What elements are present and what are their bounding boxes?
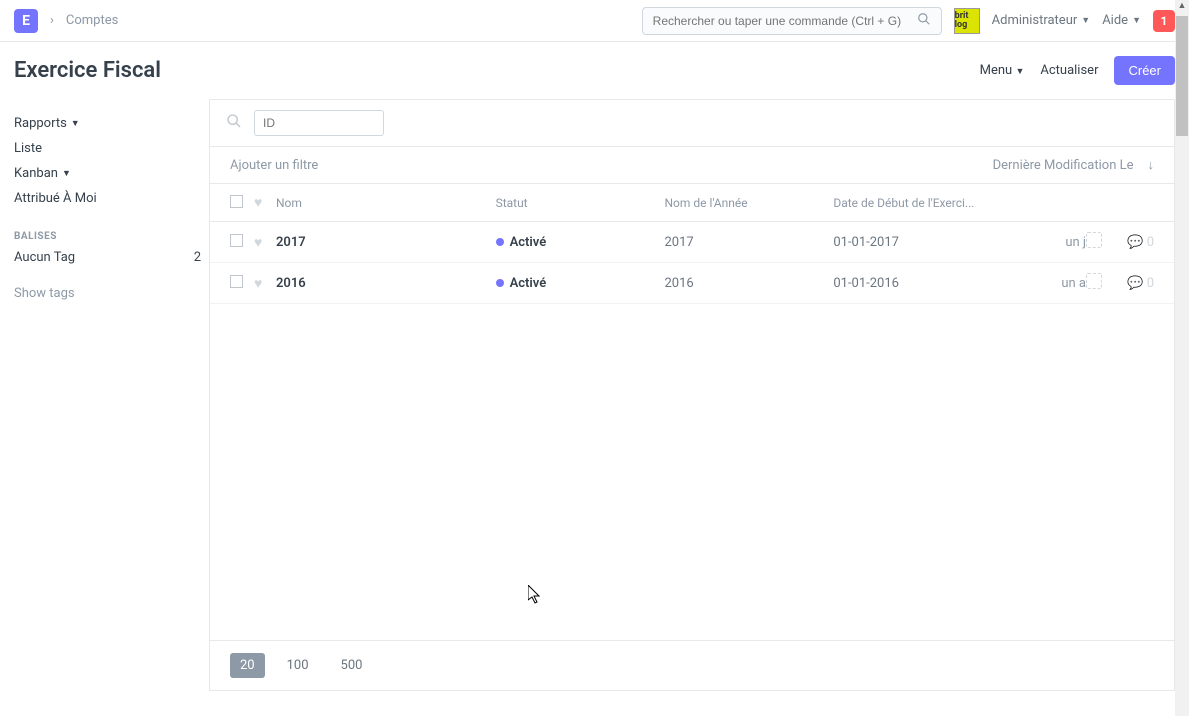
- row-status: Activé: [510, 235, 547, 250]
- caret-down-icon: ▼: [1015, 67, 1024, 77]
- sidebar: Rapports ▼ Liste Kanban ▼ Attribué À Moi…: [14, 99, 209, 691]
- create-button[interactable]: Créer: [1114, 56, 1175, 85]
- caret-down-icon: ▼: [71, 118, 80, 129]
- scrollbar-track[interactable]: ▲: [1175, 0, 1189, 716]
- sidebar-assigned-to-me[interactable]: Attribué À Moi: [14, 186, 201, 211]
- heart-icon[interactable]: ♥: [254, 276, 262, 292]
- row-name-link[interactable]: 2017: [276, 235, 306, 250]
- page-size-500[interactable]: 500: [331, 653, 373, 678]
- caret-down-icon: ▼: [1081, 15, 1090, 26]
- row-time: un a: [1036, 276, 1086, 291]
- status-dot-icon: [496, 238, 504, 246]
- caret-down-icon: ▼: [1132, 15, 1141, 26]
- user-menu[interactable]: Administrateur ▼: [992, 13, 1091, 28]
- row-status: Activé: [510, 276, 547, 291]
- heart-icon[interactable]: ♥: [254, 235, 262, 251]
- tag-count: 2: [194, 250, 201, 265]
- scrollbar-up-arrow[interactable]: ▲: [1175, 0, 1189, 16]
- user-label: Administrateur: [992, 13, 1078, 28]
- table-row[interactable]: ♥ 2016 Activé 2016 01-01-2016 un a 💬 0: [210, 263, 1174, 304]
- menu-label: Menu: [980, 63, 1013, 78]
- notification-badge[interactable]: 1: [1153, 10, 1175, 32]
- scrollbar-thumb[interactable]: [1176, 16, 1188, 136]
- row-date: 01-01-2016: [833, 276, 1036, 291]
- refresh-button[interactable]: Actualiser: [1040, 63, 1098, 78]
- row-year: 2016: [664, 276, 833, 291]
- sidebar-kanban[interactable]: Kanban ▼: [14, 161, 201, 186]
- column-header-year[interactable]: Nom de l'Année: [664, 196, 833, 210]
- add-filter-link[interactable]: Ajouter un filtre: [230, 158, 318, 173]
- page-header: Exercice Fiscal Menu ▼ Actualiser Créer: [0, 42, 1189, 99]
- menu-button[interactable]: Menu ▼: [980, 63, 1025, 78]
- sidebar-reports[interactable]: Rapports ▼: [14, 111, 201, 136]
- sidebar-tags-header: BALISES: [14, 211, 201, 246]
- column-header-status[interactable]: Statut: [496, 196, 665, 210]
- page-title: Exercice Fiscal: [14, 58, 161, 83]
- search-input[interactable]: [653, 14, 917, 28]
- tag-label: Aucun Tag: [14, 250, 75, 265]
- comment-count: 0: [1147, 276, 1154, 291]
- global-search[interactable]: [642, 7, 942, 35]
- select-all-checkbox[interactable]: [230, 195, 243, 208]
- assign-button[interactable]: [1086, 273, 1102, 289]
- search-icon[interactable]: [917, 12, 931, 30]
- help-menu[interactable]: Aide ▼: [1102, 13, 1141, 28]
- row-checkbox[interactable]: [230, 234, 243, 247]
- assign-button[interactable]: [1086, 232, 1102, 248]
- row-name-link[interactable]: 2016: [276, 276, 306, 291]
- table-row[interactable]: ♥ 2017 Activé 2017 01-01-2017 un j 💬 0: [210, 222, 1174, 263]
- comment-icon[interactable]: 💬: [1127, 235, 1143, 250]
- brand-logo[interactable]: brit log: [954, 8, 980, 34]
- sidebar-tag-none[interactable]: Aucun Tag 2: [14, 246, 201, 269]
- caret-down-icon: ▼: [62, 168, 71, 179]
- comment-icon[interactable]: 💬: [1127, 276, 1143, 291]
- filter-bar: [210, 100, 1174, 147]
- column-header-name[interactable]: Nom: [276, 196, 496, 210]
- id-filter-input[interactable]: [254, 110, 384, 136]
- topbar: E › Comptes brit log Administrateur ▼ Ai…: [0, 0, 1189, 42]
- sidebar-item-label: Rapports: [14, 116, 67, 131]
- list-header: ♥ Nom Statut Nom de l'Année Date de Débu…: [210, 184, 1174, 222]
- column-header-date[interactable]: Date de Début de l'Exerci...: [833, 196, 1036, 210]
- breadcrumb-separator: ›: [50, 13, 54, 28]
- like-all-icon[interactable]: ♥: [254, 195, 262, 211]
- status-dot-icon: [496, 279, 504, 287]
- row-date: 01-01-2017: [833, 235, 1036, 250]
- page-actions: Menu ▼ Actualiser Créer: [980, 56, 1175, 85]
- filter-search-icon[interactable]: [226, 113, 242, 133]
- list-body: ♥ 2017 Activé 2017 01-01-2017 un j 💬 0 ♥…: [210, 222, 1174, 640]
- sidebar-list[interactable]: Liste: [14, 136, 201, 161]
- subfilter-bar: Ajouter un filtre Dernière Modification …: [210, 147, 1174, 184]
- row-time: un j: [1036, 235, 1086, 250]
- pagination: 20 100 500: [210, 640, 1174, 690]
- help-label: Aide: [1102, 13, 1128, 28]
- page-size-100[interactable]: 100: [277, 653, 319, 678]
- sort-direction-icon[interactable]: ↓: [1148, 157, 1155, 173]
- page-size-20[interactable]: 20: [230, 653, 265, 678]
- main-panel: Ajouter un filtre Dernière Modification …: [209, 99, 1175, 691]
- sidebar-show-tags[interactable]: Show tags: [14, 281, 201, 306]
- app-logo[interactable]: E: [14, 9, 38, 33]
- sort-by-label[interactable]: Dernière Modification Le: [993, 158, 1134, 173]
- row-checkbox[interactable]: [230, 275, 243, 288]
- breadcrumb-comptes[interactable]: Comptes: [66, 13, 118, 28]
- sidebar-item-label: Kanban: [14, 166, 58, 181]
- row-year: 2017: [664, 235, 833, 250]
- comment-count: 0: [1147, 235, 1154, 250]
